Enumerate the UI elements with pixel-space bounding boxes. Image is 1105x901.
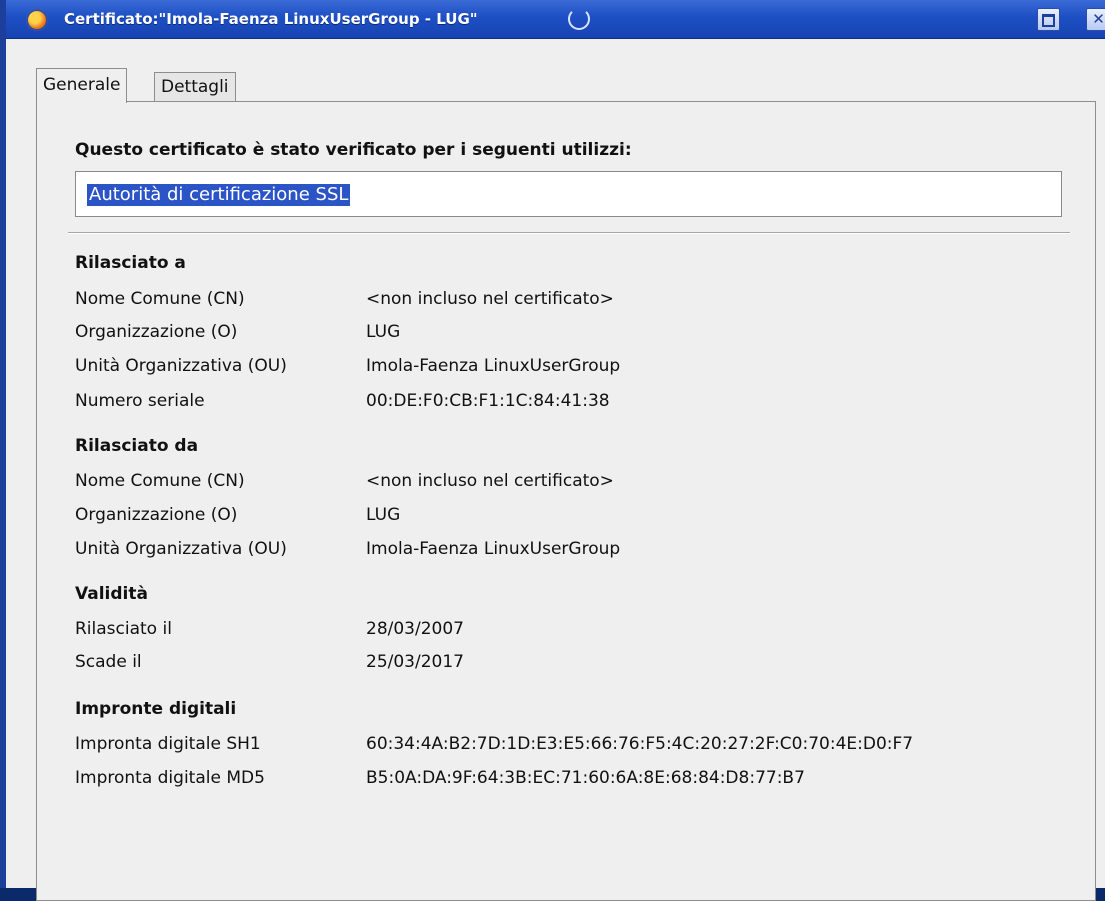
divider	[68, 232, 1070, 234]
certificate-viewer-window: Certificato:"Imola-Faenza LinuxUserGroup…	[0, 0, 1105, 901]
md5-fingerprint-value: B5:0A:DA:9F:64:3B:EC:71:60:6A:8E:68:84:D…	[366, 768, 805, 788]
tab-dettagli[interactable]: Dettagli	[154, 72, 236, 102]
sha1-fingerprint-value: 60:34:4A:B2:7D:1D:E3:E5:66:76:F5:4C:20:2…	[366, 734, 914, 754]
validity-title: Validità	[75, 584, 148, 604]
issued-by-ou-value: Imola-Faenza LinuxUserGroup	[366, 539, 621, 559]
issued-to-ou-label: Unità Organizzativa (OU)	[75, 356, 287, 376]
issued-by-cn-label: Nome Comune (CN)	[75, 471, 245, 491]
close-button[interactable]: ✕	[1086, 8, 1105, 31]
issued-to-cn-value: <non incluso nel certificato>	[366, 289, 614, 309]
issued-to-cn-label: Nome Comune (CN)	[75, 289, 245, 309]
firefox-icon[interactable]	[26, 9, 48, 31]
usage-field[interactable]: Autorità di certificazione SSL	[75, 171, 1062, 217]
usage-value[interactable]: Autorità di certificazione SSL	[87, 184, 351, 206]
verified-usages-heading: Questo certificato è stato verificato pe…	[75, 140, 632, 160]
window-title: Certificato:"Imola-Faenza LinuxUserGroup…	[64, 10, 478, 28]
maximize-button[interactable]	[1037, 8, 1060, 31]
expires-on-value: 25/03/2017	[366, 652, 464, 672]
serial-number-label: Numero seriale	[75, 391, 205, 411]
issued-on-value: 28/03/2007	[366, 619, 464, 639]
issued-to-title: Rilasciato a	[75, 253, 186, 273]
sha1-fingerprint-label: Impronta digitale SH1	[75, 734, 261, 754]
title-bar[interactable]: Certificato:"Imola-Faenza LinuxUserGroup…	[6, 0, 1105, 39]
expires-on-label: Scade il	[75, 652, 142, 672]
serial-number-value: 00:DE:F0:CB:F1:1C:84:41:38	[366, 391, 610, 411]
md5-fingerprint-label: Impronta digitale MD5	[75, 768, 265, 788]
issued-to-ou-value: Imola-Faenza LinuxUserGroup	[366, 356, 621, 376]
tab-generale[interactable]: Generale	[36, 68, 128, 103]
issued-to-o-label: Organizzazione (O)	[75, 322, 238, 342]
issued-by-o-label: Organizzazione (O)	[75, 505, 238, 525]
issued-by-cn-value: <non incluso nel certificato>	[366, 471, 614, 491]
fingerprints-title: Impronte digitali	[75, 699, 237, 719]
issued-on-label: Rilasciato il	[75, 619, 172, 639]
issued-by-ou-label: Unità Organizzativa (OU)	[75, 539, 287, 559]
issued-by-o-value: LUG	[366, 505, 401, 525]
maximize-icon	[1042, 14, 1055, 27]
issued-to-o-value: LUG	[366, 322, 401, 342]
swirl-icon	[568, 8, 590, 30]
issued-by-title: Rilasciato da	[75, 436, 199, 456]
